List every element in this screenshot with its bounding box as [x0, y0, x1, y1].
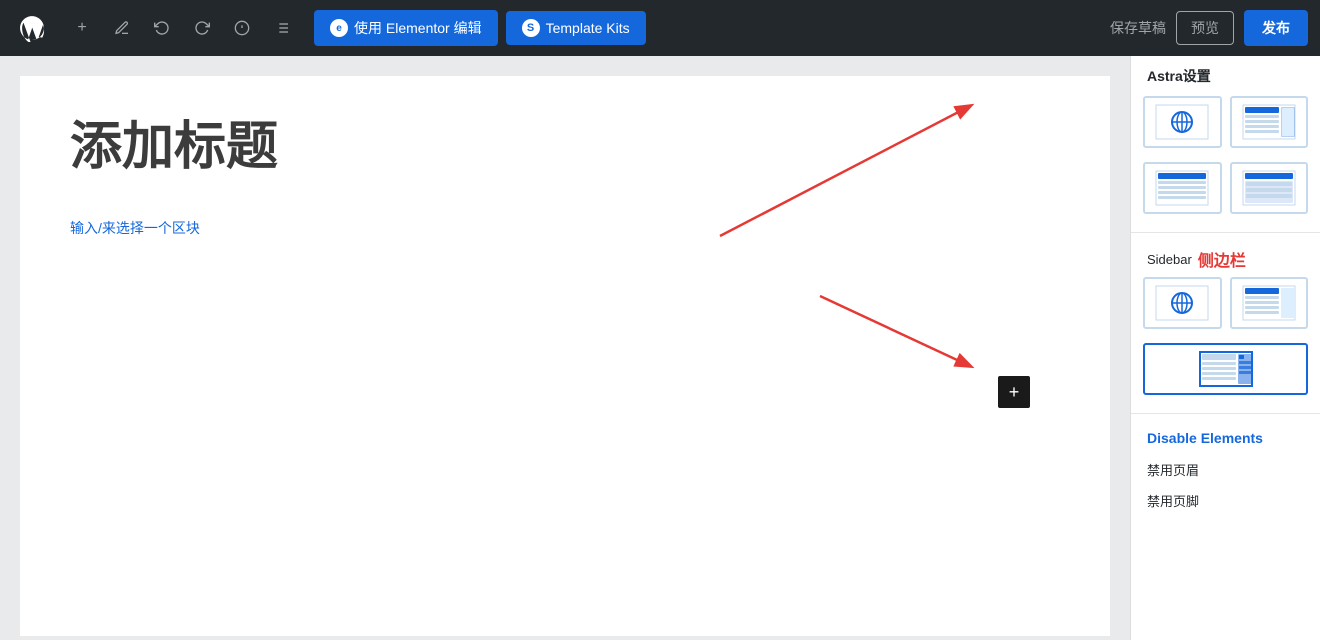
disable-footer-item[interactable]: 禁用页脚 — [1131, 485, 1320, 516]
list-view-button[interactable] — [266, 12, 298, 44]
layout-option-right-content[interactable] — [1230, 96, 1309, 148]
block-inserter-text[interactable]: 输入/来选择一个区块 — [70, 218, 200, 238]
sidebar-divider-1 — [1131, 232, 1320, 233]
sidebar-layout-right[interactable] — [1230, 277, 1309, 329]
toolbar-right-actions: 保存草稿 预览 发布 — [1110, 10, 1308, 46]
template-kits-button[interactable]: S Template Kits — [506, 11, 646, 45]
post-title[interactable]: 添加标题 — [70, 116, 1060, 178]
template-kits-icon: S — [522, 19, 540, 37]
add-block-toolbar-button[interactable]: + — [66, 12, 98, 44]
editor-area: 添加标题 输入/来选择一个区块 + — [0, 56, 1130, 640]
save-draft-button[interactable]: 保存草稿 — [1110, 18, 1166, 38]
layout-options-top — [1131, 96, 1320, 162]
layout-option-globe[interactable] — [1143, 96, 1222, 148]
add-block-button[interactable]: + — [998, 376, 1030, 408]
elementor-icon: e — [330, 19, 348, 37]
info-button[interactable] — [226, 12, 258, 44]
pen-tool-button[interactable] — [106, 12, 138, 44]
publish-button[interactable]: 发布 — [1244, 10, 1308, 46]
sidebar-label-cn: 侧边栏 — [1198, 247, 1246, 271]
layout-options-bottom — [1131, 162, 1320, 228]
wp-logo — [12, 8, 52, 48]
redo-button[interactable] — [186, 12, 218, 44]
astra-settings-title: Astra设置 — [1131, 56, 1320, 96]
disable-elements-title: Disable Elements — [1131, 418, 1320, 454]
sidebar-divider-2 — [1131, 413, 1320, 414]
preview-button[interactable]: 预览 — [1176, 11, 1234, 45]
disable-header-item[interactable]: 禁用页眉 — [1131, 454, 1320, 485]
sidebar-layout-options-single — [1131, 343, 1320, 409]
sidebar-label-text: Sidebar — [1147, 252, 1192, 267]
sidebar-layout-options-top — [1131, 277, 1320, 343]
sidebar-layout-right-active[interactable] — [1143, 343, 1308, 395]
sidebar-panel: Astra设置 — [1130, 56, 1320, 640]
layout-option-full-content[interactable] — [1143, 162, 1222, 214]
main-area: 添加标题 输入/来选择一个区块 + — [0, 56, 1320, 640]
sidebar-layout-globe[interactable] — [1143, 277, 1222, 329]
layout-option-header-full[interactable] — [1230, 162, 1309, 214]
sidebar-scroll-area: Astra设置 — [1131, 56, 1320, 516]
editor-content: 添加标题 输入/来选择一个区块 + — [20, 76, 1110, 636]
undo-button[interactable] — [146, 12, 178, 44]
toolbar: + e 使用 Elementor 编辑 S Template Kits 保存草稿… — [0, 0, 1320, 56]
elementor-edit-button[interactable]: e 使用 Elementor 编辑 — [314, 10, 498, 46]
